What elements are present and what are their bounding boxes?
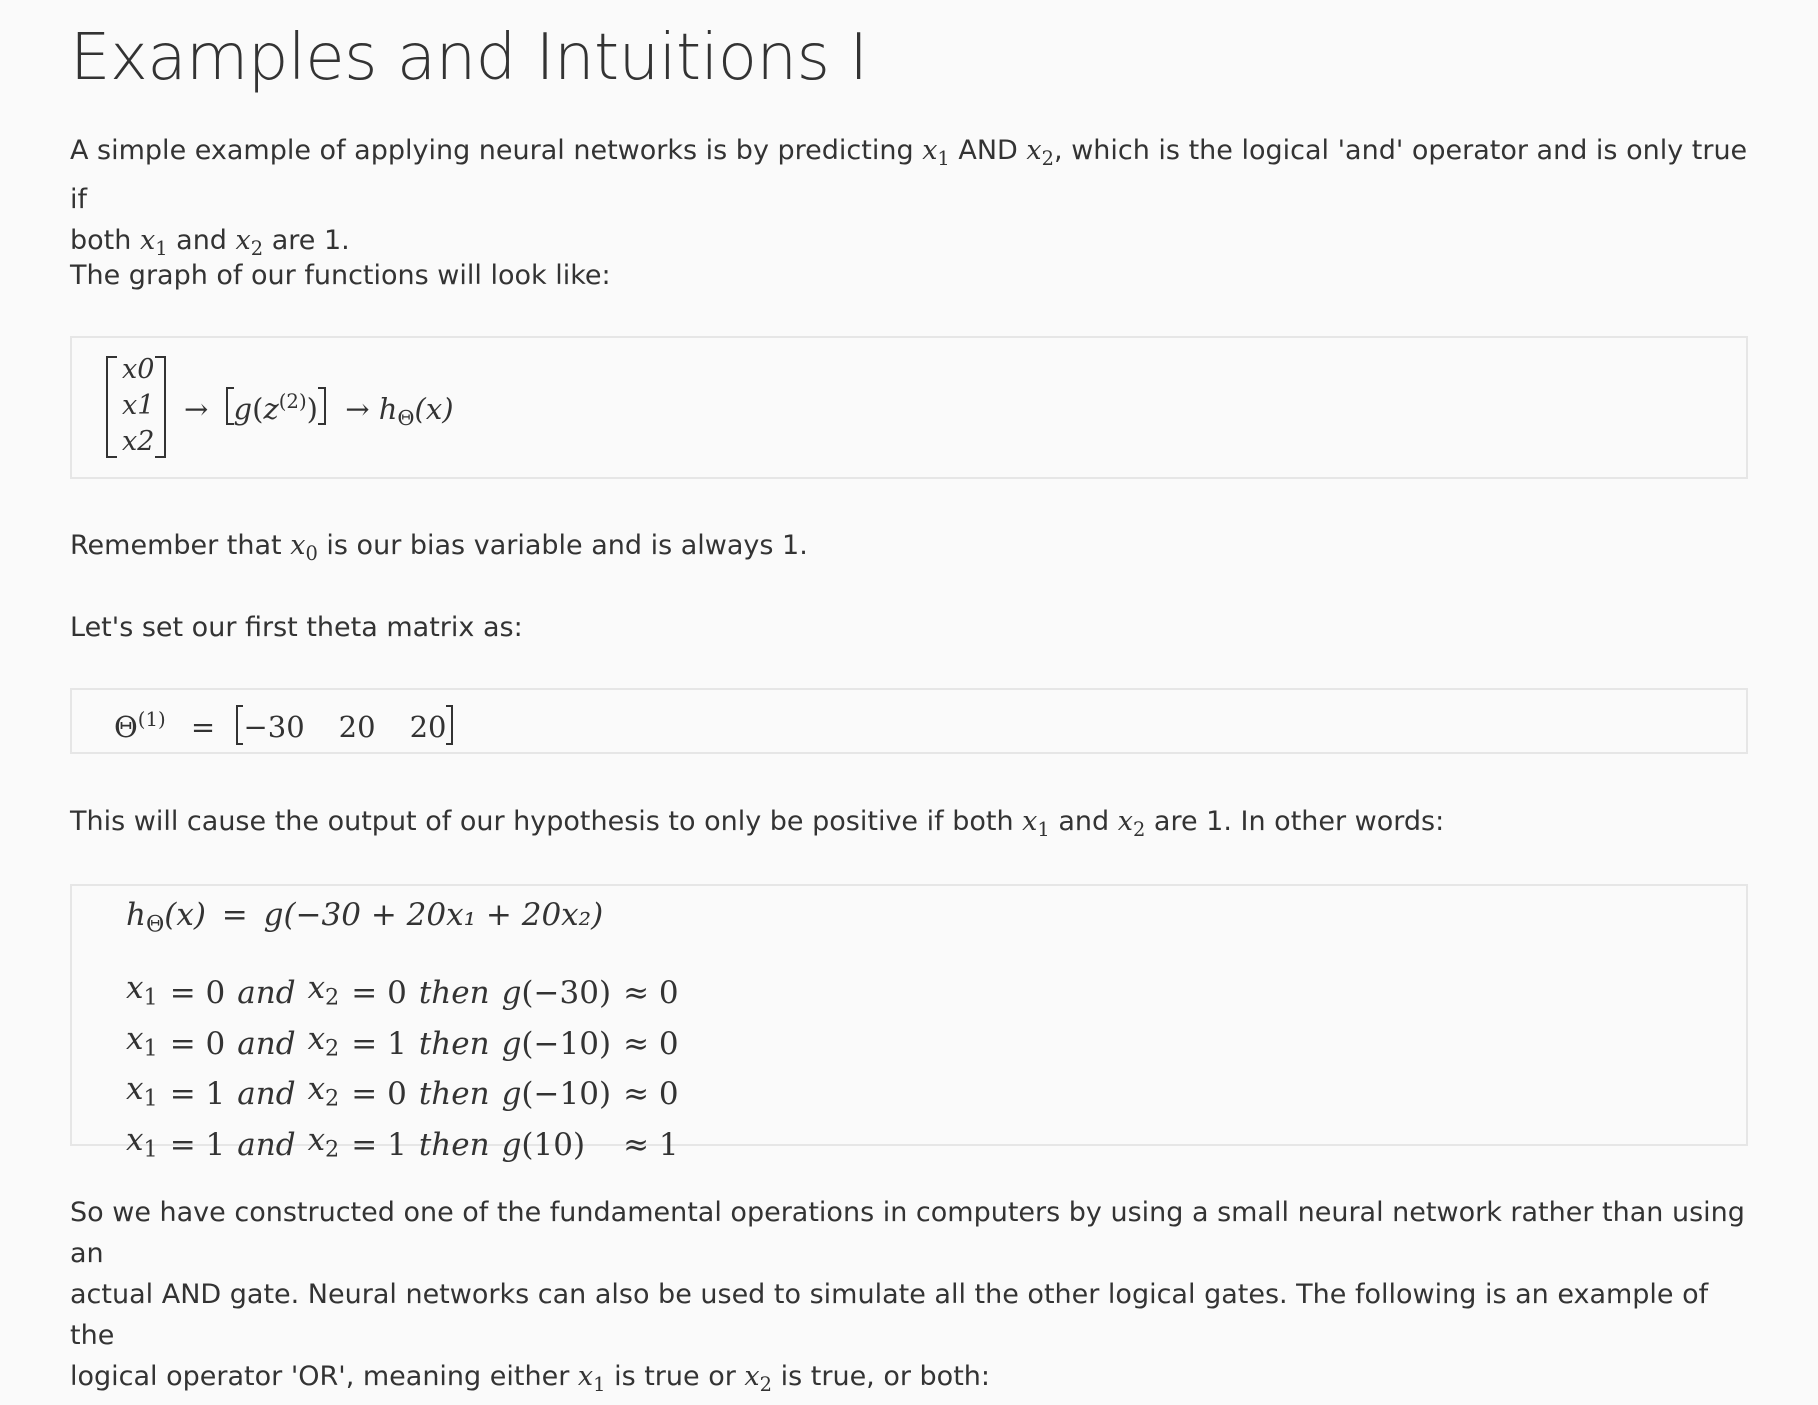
right-bracket <box>446 704 454 745</box>
intro-text-5: are 1. <box>263 224 350 256</box>
row-x1-value: = 0 <box>169 1025 226 1062</box>
truth-table-row: x1 = 0 and x2 = 0 then g(−30) ≈ 0 <box>120 968 685 1019</box>
h-symbol: h <box>378 391 398 426</box>
theta-intro: Let's set our first theta matrix as: <box>70 612 523 643</box>
theta-value-1: −30 <box>243 709 305 744</box>
x0-symbol: x0 <box>290 530 318 565</box>
row-g-call: g(10) <box>501 1126 586 1163</box>
row-x2-symbol: x2 <box>307 1122 340 1163</box>
left-bracket <box>106 356 117 458</box>
row-g-call: g(−10) <box>501 1025 612 1062</box>
row-g-call: g(−30) <box>501 974 612 1011</box>
x1-symbol: x1 <box>577 1361 606 1396</box>
x2-symbol: x2 <box>744 1361 773 1396</box>
row-then-word: then <box>418 1076 490 1113</box>
vector-x1: x1 <box>122 390 155 421</box>
row-x1-symbol: x1 <box>126 1122 158 1163</box>
truth-table: x1 = 0 and x2 = 0 then g(−30) ≈ 0 x1 = 0 and x2 = 1 t… <box>120 968 685 1171</box>
x2-symbol: x2 <box>235 224 264 260</box>
row-and-word: and <box>237 1076 296 1113</box>
intro-text-1: A simple example of applying neural netw… <box>70 135 923 166</box>
row-g-call: g(−10) <box>501 1076 612 1113</box>
row-then-word: then <box>418 1025 490 1062</box>
hypothesis-expression: g(−30 + 20x₁ + 20x₂) <box>263 897 604 933</box>
input-vector: x0 x1 x2 <box>106 348 166 466</box>
row-approx-value: ≈ 0 <box>623 974 679 1011</box>
hypothesis-formula-box: hΘ(x) = g(−30 + 20x₁ + 20x₂) x1 = 0 and x2 =… <box>70 884 1748 1163</box>
theta-value-2: 20 <box>338 709 376 744</box>
left-bracket <box>225 386 234 425</box>
theta-symbol: Θ <box>114 709 138 744</box>
x1-symbol: x1 <box>139 224 168 260</box>
theta-equation: Θ(1) = −30 20 20 <box>114 700 454 747</box>
graph-chain: → g(z(2)) → hΘ(x) <box>184 382 454 438</box>
graph-intro: The graph of our functions will look lik… <box>70 260 611 291</box>
arrow-1: → <box>184 391 209 426</box>
row-x2-symbol: x2 <box>307 1071 340 1113</box>
truth-table-row: x1 = 1 and x2 = 0 then g(−10) ≈ 0 <box>120 1069 685 1120</box>
x1-symbol: x1 <box>922 135 950 170</box>
row-x1-value: = 0 <box>169 974 226 1011</box>
and-word: AND <box>949 135 1027 166</box>
graph-formula-box: x0 x1 x2 → g(z(2)) → hΘ(x) <box>70 336 1748 479</box>
row-approx-value: ≈ 1 <box>623 1126 679 1163</box>
page-title: Examples and Intuitions I <box>70 21 868 95</box>
hypothesis-equation: hΘ(x) = g(−30 + 20x₁ + 20x₂) <box>126 897 604 938</box>
row-approx-value: ≈ 0 <box>623 1025 679 1062</box>
closing-paragraph: So we have constructed one of the fundam… <box>70 1197 1745 1396</box>
row-then-word: then <box>418 1126 490 1163</box>
row-x1-value: = 1 <box>169 1126 226 1163</box>
row-x2-value: = 1 <box>351 1025 407 1062</box>
bias-note: Remember that x0 is our bias variable an… <box>70 530 808 565</box>
x2-symbol: x2 <box>1026 135 1055 170</box>
theta-formula-box: Θ(1) = −30 20 20 <box>70 688 1748 754</box>
theta-value-3: 20 <box>409 709 447 744</box>
z-superscript: (2) <box>278 390 307 413</box>
vector-x2: x2 <box>122 426 155 457</box>
intro-text-4: and <box>167 224 236 256</box>
row-x1-symbol: x1 <box>126 1020 158 1062</box>
x1-symbol: x1 <box>1022 806 1050 841</box>
row-x2-value: = 1 <box>351 1126 407 1163</box>
z-symbol: z <box>263 391 279 426</box>
row-x1-symbol: x1 <box>126 970 158 1011</box>
row-and-word: and <box>237 1025 296 1062</box>
truth-table-row: x1 = 0 and x2 = 1 then g(−10) ≈ 0 <box>120 1019 685 1070</box>
x2-symbol: x2 <box>1117 806 1146 841</box>
row-x2-value: = 0 <box>351 974 407 1011</box>
page: Examples and Intuitions I A simple examp… <box>0 0 1818 1396</box>
row-x2-symbol: x2 <box>307 970 340 1011</box>
truth-table-row: x1 = 1 and x2 = 1 then g(10) ≈ 1 <box>120 1120 685 1171</box>
row-and-word: and <box>237 1126 296 1163</box>
vector-x0: x0 <box>122 354 155 385</box>
row-x2-value: = 0 <box>351 1076 407 1113</box>
right-bracket <box>317 386 326 425</box>
h-argument: (x) <box>414 391 454 426</box>
row-x1-value: = 1 <box>169 1076 226 1113</box>
arrow-2: → <box>345 391 370 426</box>
row-then-word: then <box>418 974 490 1011</box>
row-x1-symbol: x1 <box>126 1071 158 1113</box>
intro-paragraph: A simple example of applying neural netw… <box>70 130 1750 269</box>
right-bracket <box>155 356 166 458</box>
equals-sign: = <box>190 709 216 744</box>
row-and-word: and <box>237 974 296 1011</box>
theta-subscript: Θ <box>397 406 415 431</box>
theta-superscript: (1) <box>137 708 166 731</box>
row-x2-symbol: x2 <box>307 1020 340 1062</box>
g-function: g <box>233 391 253 426</box>
intro-text-3: both <box>70 224 140 256</box>
row-approx-value: ≈ 0 <box>623 1076 679 1113</box>
hypothesis-note: This will cause the output of our hypoth… <box>70 806 1445 841</box>
